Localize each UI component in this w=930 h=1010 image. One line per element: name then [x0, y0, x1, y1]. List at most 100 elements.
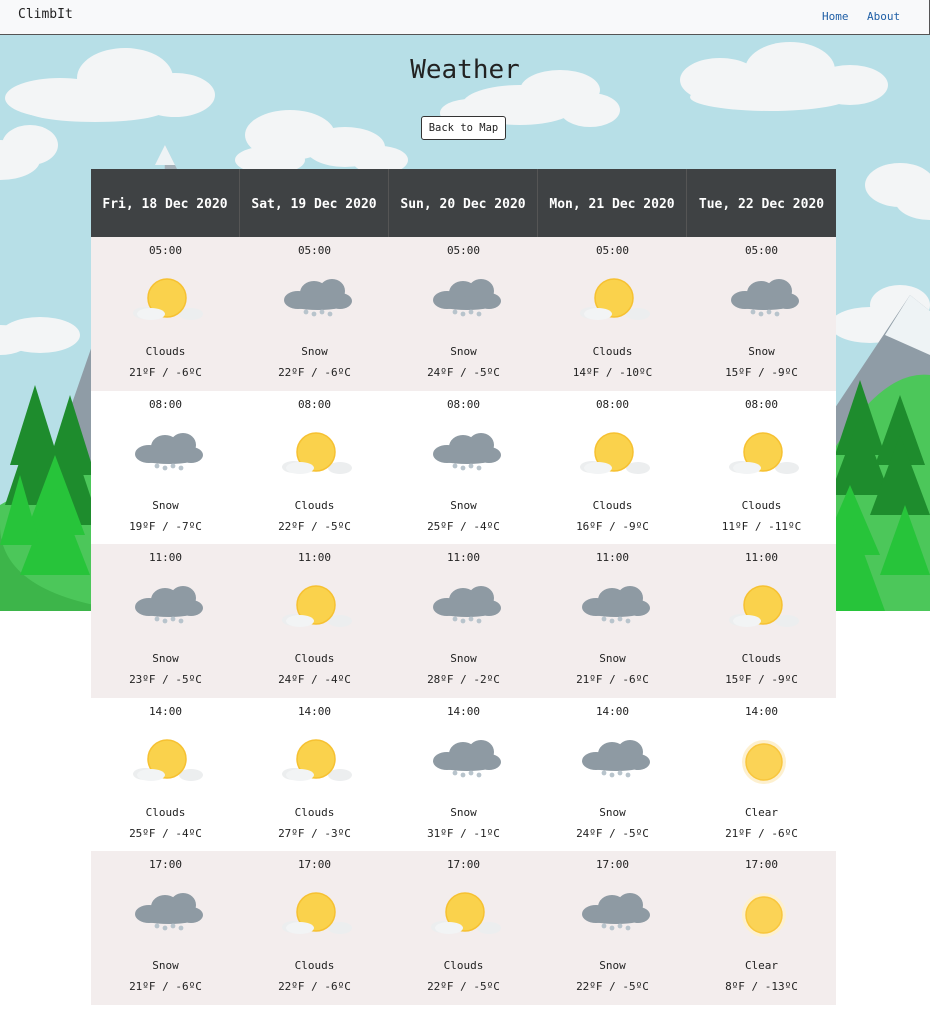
snow-cloud-icon: [580, 734, 650, 786]
forecast-cell: 11:00 Snow 28ºF / -2ºC: [389, 544, 538, 698]
forecast-temperature: 16ºF / -9ºC: [576, 519, 649, 533]
forecast-condition: Clouds: [592, 498, 633, 512]
forecast-temperature: 27ºF / -3ºC: [278, 826, 351, 840]
forecast-cell: 08:00 Clouds 11ºF / -11ºC: [687, 391, 836, 545]
forecast-time: 14:00: [148, 704, 183, 718]
forecast-condition: Snow: [599, 652, 626, 665]
forecast-condition: Snow: [450, 652, 477, 665]
day-header: Mon, 21 Dec 2020: [538, 169, 687, 237]
forecast-condition: Clouds: [145, 345, 186, 358]
forecast-condition: Snow: [450, 805, 477, 819]
forecast-time: 17:00: [595, 858, 630, 871]
snow-cloud-icon: [431, 734, 501, 786]
forecast-row: 14:00 Clouds 25ºF / -4ºC 14:00 Clouds 27ºF / …: [91, 697, 836, 852]
page-title: Weather: [410, 55, 520, 85]
forecast-temperature: 24ºF / -5ºC: [576, 826, 649, 840]
forecast-cell: 17:00 Snow 22ºF / -5ºC: [538, 851, 687, 1005]
partly-cloudy-icon: [729, 427, 799, 479]
snow-cloud-icon: [431, 427, 501, 479]
forecast-time: 14:00: [744, 704, 779, 718]
forecast-row: 11:00 Snow 23ºF / -5ºC 11:00 Clouds 24ºF / -4…: [91, 544, 836, 698]
forecast-cell: 14:00 Clear 21ºF / -6ºC: [687, 698, 836, 852]
snow-cloud-icon: [133, 427, 203, 479]
forecast-condition: Clear: [744, 805, 779, 819]
forecast-temperature: 25ºF / -4ºC: [129, 826, 202, 840]
forecast-temperature: 25ºF / -4ºC: [427, 519, 500, 533]
partly-cloudy-icon: [282, 427, 352, 479]
forecast-cell: 17:00 Clear 8ºF / -13ºC: [687, 851, 836, 1005]
partly-cloudy-icon: [133, 734, 203, 786]
forecast-cell: 05:00 Clouds 21ºF / -6ºC: [91, 237, 240, 391]
forecast-temperature: 24ºF / -5ºC: [427, 366, 500, 379]
sun-icon: [729, 887, 799, 939]
forecast-time: 08:00: [744, 397, 779, 411]
forecast-header-row: Fri, 18 Dec 2020 Sat, 19 Dec 2020 Sun, 2…: [91, 169, 836, 237]
forecast-time: 11:00: [446, 551, 481, 564]
snow-cloud-icon: [133, 580, 203, 632]
snow-cloud-icon: [729, 273, 799, 325]
forecast-time: 17:00: [148, 858, 183, 871]
partly-cloudy-icon: [580, 427, 650, 479]
partly-cloudy-icon: [282, 887, 352, 939]
forecast-condition: Snow: [450, 498, 477, 512]
partly-cloudy-icon: [431, 887, 501, 939]
brand-link[interactable]: ClimbIt: [18, 7, 73, 22]
forecast-time: 11:00: [744, 551, 779, 564]
back-to-map-button[interactable]: Back to Map: [421, 116, 506, 140]
forecast-condition: Clouds: [294, 652, 335, 665]
forecast-cell: 14:00 Snow 24ºF / -5ºC: [538, 698, 687, 852]
forecast-condition: Clouds: [294, 498, 335, 512]
forecast-condition: Snow: [450, 345, 477, 358]
forecast-condition: Clouds: [145, 805, 186, 819]
forecast-row: 05:00 Clouds 21ºF / -6ºC 05:00 Snow 22ºF / -6…: [91, 237, 836, 391]
forecast-temperature: 24ºF / -4ºC: [278, 673, 351, 686]
forecast-time: 14:00: [297, 704, 332, 718]
forecast-temperature: 14ºF / -10ºC: [572, 366, 653, 379]
nav-about-link[interactable]: About: [867, 10, 900, 23]
forecast-condition: Snow: [599, 805, 626, 819]
forecast-time: 08:00: [446, 397, 481, 411]
nav-home-link[interactable]: Home: [822, 10, 849, 23]
forecast-condition: Clouds: [741, 498, 782, 512]
forecast-condition: Snow: [152, 959, 179, 972]
forecast-time: 08:00: [148, 397, 183, 411]
forecast-cell: 17:00 Snow 21ºF / -6ºC: [91, 851, 240, 1005]
forecast-cell: 14:00 Clouds 25ºF / -4ºC: [91, 698, 240, 852]
forecast-condition: Clear: [744, 959, 779, 972]
forecast-temperature: 19ºF / -7ºC: [129, 519, 202, 533]
forecast-condition: Clouds: [592, 345, 633, 358]
forecast-temperature: 31ºF / -1ºC: [427, 826, 500, 840]
forecast-temperature: 28ºF / -2ºC: [427, 673, 500, 686]
forecast-table: Fri, 18 Dec 2020 Sat, 19 Dec 2020 Sun, 2…: [91, 169, 836, 1005]
forecast-time: 14:00: [446, 704, 481, 718]
forecast-cell: 08:00 Clouds 22ºF / -5ºC: [240, 391, 389, 545]
forecast-cell: 08:00 Snow 25ºF / -4ºC: [389, 391, 538, 545]
forecast-temperature: 21ºF / -6ºC: [129, 980, 202, 993]
forecast-time: 05:00: [148, 244, 183, 257]
forecast-time: 11:00: [148, 551, 183, 564]
forecast-cell: 08:00 Clouds 16ºF / -9ºC: [538, 391, 687, 545]
forecast-temperature: 22ºF / -6ºC: [278, 366, 351, 379]
forecast-condition: Clouds: [294, 959, 335, 972]
forecast-temperature: 15ºF / -9ºC: [725, 366, 798, 379]
forecast-temperature: 21ºF / -6ºC: [129, 366, 202, 379]
forecast-condition: Clouds: [443, 959, 484, 972]
forecast-time: 11:00: [595, 551, 630, 564]
forecast-temperature: 22ºF / -5ºC: [278, 519, 351, 533]
forecast-cell: 17:00 Clouds 22ºF / -5ºC: [389, 851, 538, 1005]
forecast-cell: 05:00 Clouds 14ºF / -10ºC: [538, 237, 687, 391]
partly-cloudy-icon: [282, 734, 352, 786]
forecast-time: 05:00: [595, 244, 630, 257]
snow-cloud-icon: [133, 887, 203, 939]
forecast-cell: 11:00 Snow 23ºF / -5ºC: [91, 544, 240, 698]
navbar: ClimbIt Home About: [0, 0, 930, 35]
forecast-cell: 11:00 Clouds 15ºF / -9ºC: [687, 544, 836, 698]
forecast-condition: Clouds: [741, 652, 782, 665]
forecast-condition: Snow: [152, 498, 179, 512]
forecast-temperature: 11ºF / -11ºC: [721, 519, 802, 533]
forecast-time: 17:00: [297, 858, 332, 871]
forecast-cell: 14:00 Snow 31ºF / -1ºC: [389, 698, 538, 852]
forecast-temperature: 21ºF / -6ºC: [725, 826, 798, 840]
forecast-temperature: 21ºF / -6ºC: [576, 673, 649, 686]
forecast-condition: Snow: [301, 345, 328, 358]
